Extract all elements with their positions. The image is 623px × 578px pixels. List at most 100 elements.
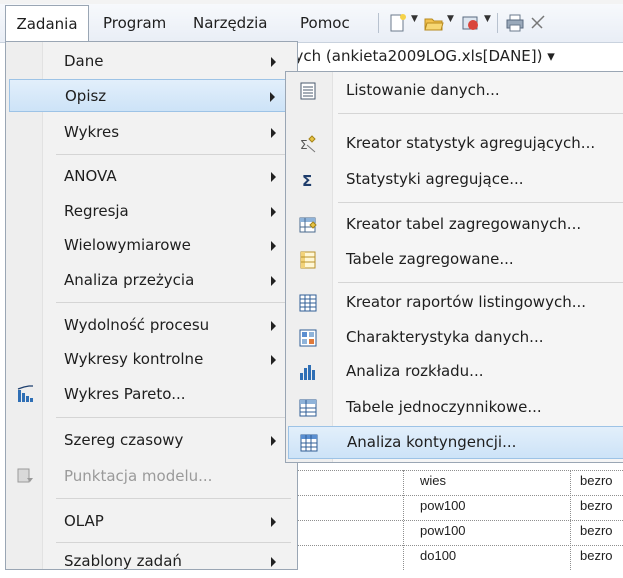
import-data-icon[interactable] bbox=[461, 14, 481, 32]
menu-separator bbox=[338, 113, 623, 114]
menu-item-wielowymiarowe[interactable]: Wielowymiarowe bbox=[9, 229, 294, 262]
submenu-item-label: Kreator raportów listingowych... bbox=[346, 293, 587, 311]
submenu-item-listowanie-danych[interactable]: Listowanie danych... bbox=[288, 75, 623, 108]
submenu-item-label: Kreator tabel zagregowanych... bbox=[346, 215, 582, 233]
cut-icon[interactable] bbox=[528, 14, 548, 32]
svg-text:Σ: Σ bbox=[300, 138, 308, 152]
submenu-arrow-icon bbox=[271, 276, 276, 286]
menu-item-wykresy-kontrolne[interactable]: Wykresy kontrolne bbox=[9, 343, 294, 376]
summary-table-icon bbox=[300, 251, 316, 269]
menu-item-wydolnosc-procesu[interactable]: Wydolność procesu bbox=[9, 309, 294, 342]
menu-item-label: OLAP bbox=[64, 512, 104, 530]
submenu-item-label: Statystyki agregujące... bbox=[346, 170, 524, 188]
open-dropdown-icon[interactable]: ▼ bbox=[447, 14, 454, 24]
table-cell: bezro bbox=[580, 498, 613, 513]
menu-narzedzia[interactable]: Narzędzia bbox=[193, 4, 267, 42]
table-row[interactable]: 5 do100 bezro bbox=[278, 545, 623, 571]
menu-item-punktacja-modelu[interactable]: Punktacja modelu... bbox=[9, 460, 294, 493]
submenu-item-analiza-rozkladu[interactable]: Analiza rozkładu... bbox=[288, 356, 623, 389]
submenu-item-label: Analiza kontyngencji... bbox=[347, 433, 517, 451]
menu-item-opisz[interactable]: Opisz bbox=[9, 79, 294, 112]
submenu-arrow-icon bbox=[271, 207, 276, 217]
contingency-table-icon bbox=[300, 434, 318, 452]
menu-pomoc[interactable]: Pomoc bbox=[300, 4, 350, 42]
menu-separator bbox=[338, 282, 623, 283]
menu-item-regresja[interactable]: Regresja bbox=[9, 195, 294, 228]
table-cell: wies bbox=[420, 473, 447, 488]
menu-item-label: Szablony zadań bbox=[64, 552, 182, 570]
table-row[interactable]: 5 wies bezro bbox=[278, 470, 623, 496]
menu-item-label: Szereg czasowy bbox=[64, 431, 184, 449]
dataset-title[interactable]: nych (ankieta2009LOG.xls[DANE]) ▾ bbox=[285, 47, 555, 65]
menu-item-szablony-zadan[interactable]: Szablony zadań bbox=[9, 545, 294, 578]
menu-item-wykres[interactable]: Wykres bbox=[9, 116, 294, 149]
submenu-item-analiza-kontyngencji[interactable]: Analiza kontyngencji... bbox=[288, 426, 623, 459]
submenu-arrow-icon bbox=[271, 128, 276, 138]
menu-item-label: Wydolność procesu bbox=[64, 316, 210, 334]
menu-separator bbox=[56, 302, 291, 303]
table-row[interactable]: 5 pow100 bezro bbox=[278, 495, 623, 521]
submenu-arrow-icon bbox=[271, 557, 276, 567]
menu-item-anova[interactable]: ANOVA bbox=[9, 160, 294, 193]
submenu-item-kreator-statystyk[interactable]: Σ Kreator statystyk agregujących... bbox=[288, 128, 623, 161]
toolbar-separator bbox=[378, 13, 379, 33]
new-document-icon[interactable] bbox=[388, 14, 408, 32]
model-scoring-icon bbox=[17, 468, 33, 483]
submenu-item-tabele-jednoczynnikowe[interactable]: Tabele jednoczynnikowe... bbox=[288, 392, 623, 425]
submenu-arrow-icon bbox=[271, 436, 276, 446]
menu-item-analiza-przezycia[interactable]: Analiza przeżycia bbox=[9, 264, 294, 297]
data-dropdown-icon[interactable]: ▼ bbox=[484, 14, 491, 24]
characterize-data-icon bbox=[299, 329, 317, 347]
table-cell: pow100 bbox=[420, 523, 466, 538]
open-folder-icon[interactable] bbox=[424, 14, 444, 32]
menu-item-label: Analiza przeżycia bbox=[64, 271, 195, 289]
menu-item-label: ANOVA bbox=[64, 167, 117, 185]
submenu-arrow-icon bbox=[271, 241, 276, 251]
menu-separator bbox=[56, 154, 291, 155]
distribution-icon bbox=[300, 365, 315, 380]
menu-item-szereg-czasowy[interactable]: Szereg czasowy bbox=[9, 424, 294, 457]
menu-program[interactable]: Program bbox=[103, 4, 166, 42]
menu-separator bbox=[56, 498, 291, 499]
pareto-chart-icon bbox=[17, 385, 33, 402]
menu-bar: Zadania Program Narzędzia Pomoc ▼ ▼ ▼ bbox=[0, 4, 623, 43]
table-cell: bezro bbox=[580, 548, 613, 563]
menu-item-label: Punktacja modelu... bbox=[64, 467, 213, 485]
submenu-item-tabele-zagregowane[interactable]: Tabele zagregowane... bbox=[288, 244, 623, 277]
table-cell: bezro bbox=[580, 473, 613, 488]
submenu-arrow-icon bbox=[271, 172, 276, 182]
summary-wizard-icon: Σ bbox=[300, 135, 316, 153]
toolbar-separator bbox=[497, 13, 498, 33]
submenu-item-kreator-raportow[interactable]: Kreator raportów listingowych... bbox=[288, 287, 623, 320]
table-wizard-icon bbox=[299, 217, 317, 233]
menu-item-label: Regresja bbox=[64, 202, 129, 220]
menu-item-label: Wielowymiarowe bbox=[64, 236, 191, 254]
submenu-item-statystyki-agregujace[interactable]: Σ Statystyki agregujące... bbox=[288, 164, 623, 197]
submenu-arrow-icon bbox=[271, 355, 276, 365]
submenu-arrow-icon bbox=[270, 92, 275, 102]
menu-item-label: Wykres Pareto... bbox=[64, 385, 186, 403]
menu-separator bbox=[56, 417, 291, 418]
table-cell: do100 bbox=[420, 548, 457, 563]
submenu-item-label: Listowanie danych... bbox=[346, 81, 500, 99]
list-data-icon bbox=[300, 82, 316, 100]
table-row[interactable]: 5 pow100 bezro bbox=[278, 520, 623, 546]
sigma-icon: Σ bbox=[302, 172, 312, 189]
submenu-item-kreator-tabel[interactable]: Kreator tabel zagregowanych... bbox=[288, 209, 623, 242]
menu-item-dane[interactable]: Dane bbox=[9, 45, 294, 78]
menu-item-olap[interactable]: OLAP bbox=[9, 505, 294, 538]
menu-item-wykres-pareto[interactable]: Wykres Pareto... bbox=[9, 378, 294, 411]
menu-zadania[interactable]: Zadania bbox=[5, 5, 89, 42]
svg-text:Σ: Σ bbox=[302, 172, 312, 189]
submenu-item-label: Tabele zagregowane... bbox=[346, 250, 514, 268]
submenu-arrow-icon bbox=[271, 321, 276, 331]
submenu-arrow-icon bbox=[271, 57, 276, 67]
new-dropdown-icon[interactable]: ▼ bbox=[411, 14, 418, 24]
submenu-item-label: Tabele jednoczynnikowe... bbox=[346, 398, 542, 416]
print-icon[interactable] bbox=[505, 14, 525, 32]
menu-item-label: Wykres bbox=[64, 123, 120, 141]
submenu-item-charakterystyka-danych[interactable]: Charakterystyka danych... bbox=[288, 322, 623, 355]
menu-separator bbox=[338, 202, 623, 203]
submenu-item-label: Charakterystyka danych... bbox=[346, 328, 544, 346]
table-cell: pow100 bbox=[420, 498, 466, 513]
